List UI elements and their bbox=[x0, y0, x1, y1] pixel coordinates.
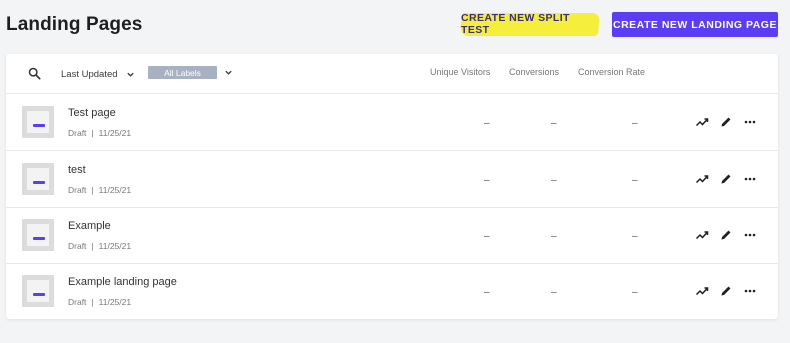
page-meta: Draft | 11/25/21 bbox=[68, 241, 131, 251]
page-meta: Draft | 11/25/21 bbox=[68, 297, 131, 307]
labels-filter[interactable]: All Labels bbox=[148, 66, 233, 79]
search-icon[interactable] bbox=[28, 67, 41, 80]
pencil-icon[interactable] bbox=[719, 172, 733, 186]
date-text: 11/25/21 bbox=[98, 185, 132, 195]
column-header-conversion-rate: Conversion Rate bbox=[578, 67, 646, 77]
page-title-link[interactable]: Example bbox=[68, 220, 111, 232]
page-meta: Draft | 11/25/21 bbox=[68, 185, 131, 195]
trending-up-icon[interactable] bbox=[695, 172, 709, 186]
conversion-rate-value: – bbox=[632, 287, 638, 298]
pencil-icon[interactable] bbox=[719, 284, 733, 298]
page-title-link[interactable]: Example landing page bbox=[68, 276, 177, 288]
pencil-icon[interactable] bbox=[719, 228, 733, 242]
table-row[interactable]: Test page Draft | 11/25/21 – – – bbox=[6, 94, 778, 151]
date-text: 11/25/21 bbox=[98, 241, 132, 251]
status-text: Draft bbox=[68, 128, 87, 138]
chevron-down-icon bbox=[126, 72, 134, 77]
conversion-rate-value: – bbox=[632, 231, 638, 242]
conversions-value: – bbox=[551, 118, 557, 129]
unique-visitors-value: – bbox=[484, 118, 490, 129]
page-thumbnail[interactable] bbox=[22, 106, 54, 138]
chevron-down-icon bbox=[225, 70, 232, 75]
column-header-conversions: Conversions bbox=[509, 67, 560, 77]
sort-select-value: Last Updated bbox=[61, 68, 118, 80]
sort-select[interactable]: Last Updated bbox=[61, 66, 135, 82]
page-header: Landing Pages CREATE NEW SPLIT TEST CREA… bbox=[0, 0, 790, 50]
meta-separator: | bbox=[91, 241, 94, 251]
table-toolbar: Last Updated All Labels Unique Visitors … bbox=[6, 54, 778, 94]
landing-pages-table: Last Updated All Labels Unique Visitors … bbox=[6, 54, 778, 319]
date-text: 11/25/21 bbox=[98, 297, 132, 307]
pencil-icon[interactable] bbox=[719, 115, 733, 129]
status-text: Draft bbox=[68, 241, 87, 251]
create-landing-page-button[interactable]: CREATE NEW LANDING PAGE bbox=[612, 12, 778, 37]
trending-up-icon[interactable] bbox=[695, 115, 709, 129]
unique-visitors-value: – bbox=[484, 231, 490, 242]
conversions-value: – bbox=[551, 231, 557, 242]
page-thumbnail[interactable] bbox=[22, 275, 54, 307]
more-horizontal-icon[interactable] bbox=[743, 284, 757, 298]
table-row[interactable]: test Draft | 11/25/21 – – – bbox=[6, 151, 778, 208]
table-row[interactable]: Example Draft | 11/25/21 – – – bbox=[6, 207, 778, 264]
trending-up-icon[interactable] bbox=[695, 228, 709, 242]
status-text: Draft bbox=[68, 185, 87, 195]
page-thumbnail[interactable] bbox=[22, 163, 54, 195]
page-title: Landing Pages bbox=[6, 14, 143, 35]
labels-filter-value: All Labels bbox=[148, 66, 217, 79]
meta-separator: | bbox=[91, 297, 94, 307]
create-split-test-label: CREATE NEW SPLIT TEST bbox=[461, 12, 570, 36]
conversions-value: – bbox=[551, 175, 557, 186]
meta-separator: | bbox=[91, 185, 94, 195]
date-text: 11/25/21 bbox=[98, 128, 132, 138]
status-text: Draft bbox=[68, 297, 87, 307]
unique-visitors-value: – bbox=[484, 175, 490, 186]
more-horizontal-icon[interactable] bbox=[743, 115, 757, 129]
meta-separator: | bbox=[91, 128, 94, 138]
more-horizontal-icon[interactable] bbox=[743, 228, 757, 242]
table-row[interactable]: Example landing page Draft | 11/25/21 – … bbox=[6, 263, 778, 319]
conversion-rate-value: – bbox=[632, 118, 638, 129]
column-header-unique-visitors: Unique Visitors bbox=[430, 67, 491, 77]
conversions-value: – bbox=[551, 287, 557, 298]
conversion-rate-value: – bbox=[632, 175, 638, 186]
page-meta: Draft | 11/25/21 bbox=[68, 128, 131, 138]
page-title-link[interactable]: Test page bbox=[68, 107, 116, 119]
trending-up-icon[interactable] bbox=[695, 284, 709, 298]
page-thumbnail[interactable] bbox=[22, 219, 54, 251]
create-split-test-button[interactable]: CREATE NEW SPLIT TEST bbox=[459, 11, 601, 37]
unique-visitors-value: – bbox=[484, 287, 490, 298]
more-horizontal-icon[interactable] bbox=[743, 172, 757, 186]
page-title-link[interactable]: test bbox=[68, 164, 86, 176]
